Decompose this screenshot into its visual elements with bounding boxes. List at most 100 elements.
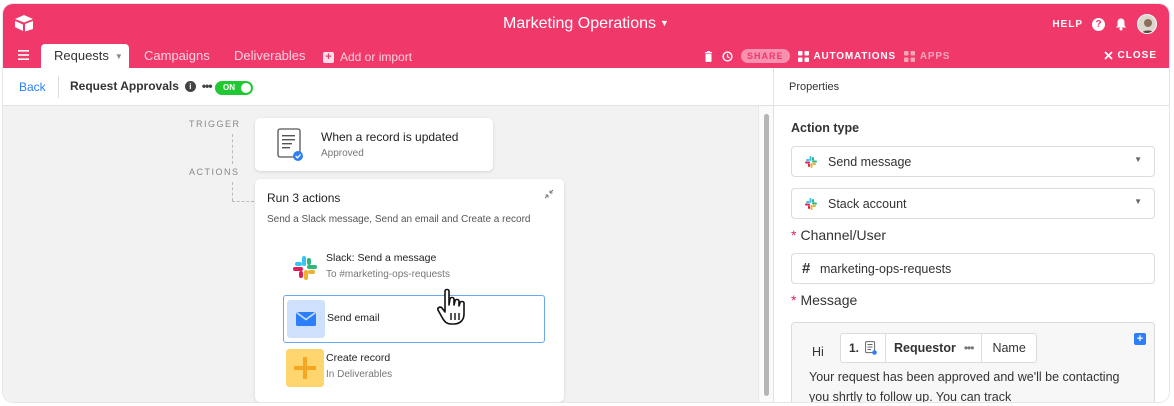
action-type-select[interactable]: Send message ▼ <box>791 146 1155 177</box>
automations-button[interactable]: AUTOMATIONS <box>797 50 896 62</box>
automation-canvas: TRIGGER ACTIONS When a record is updated… <box>3 106 773 402</box>
required-marker: * <box>791 292 797 308</box>
account-select[interactable]: Stack account ▼ <box>791 188 1155 219</box>
base-name[interactable]: Marketing Operations <box>503 15 656 32</box>
trigger-title: When a record is updated <box>321 130 459 144</box>
automation-toggle[interactable]: ON <box>215 81 253 95</box>
apps-label: APPS <box>919 50 951 62</box>
action-item-create-record[interactable]: Create record In Deliverables <box>283 345 545 393</box>
token-subfield: Name <box>992 341 1026 355</box>
tab-label: Requests <box>54 48 109 63</box>
action-type-label: Action type <box>791 121 860 135</box>
avatar[interactable] <box>1137 14 1157 34</box>
table-tab-row: Requests ▼ Campaigns Deliverables + Add o… <box>3 44 1169 68</box>
channel-label: * Channel/User <box>791 227 886 243</box>
message-greeting: Hi <box>812 345 824 359</box>
toggle-label: ON <box>223 83 235 92</box>
slack-icon <box>805 198 817 210</box>
connector-line <box>232 134 233 164</box>
automations-label: AUTOMATIONS <box>813 50 896 62</box>
actions-group-card[interactable]: Run 3 actions Send a Slack message, Send… <box>255 179 564 402</box>
plus-icon: + <box>323 51 334 63</box>
message-label-text: Message <box>800 292 858 308</box>
more-options-icon[interactable]: ••• <box>202 79 213 93</box>
trigger-card[interactable]: When a record is updated Approved <box>255 118 493 171</box>
properties-title: Properties <box>789 81 840 93</box>
action-title: Slack: Send a message <box>326 252 437 264</box>
canvas-scrollbar[interactable] <box>758 106 773 402</box>
top-right-controls: HELP ? <box>1052 14 1157 34</box>
close-button[interactable]: CLOSE <box>1103 50 1157 61</box>
channel-input[interactable]: # marketing-ops-requests <box>791 253 1155 284</box>
automation-subheader: Back Request Approvals i ••• ON <box>3 68 773 106</box>
chevron-down-icon: ▼ <box>114 52 123 61</box>
record-updated-icon <box>277 128 303 161</box>
automation-name[interactable]: Request Approvals <box>70 79 179 93</box>
message-body: Your request has been approved and we'll… <box>809 370 1120 402</box>
properties-header: Properties <box>774 68 1169 106</box>
tab-deliverables[interactable]: Deliverables <box>234 44 306 68</box>
actions-group-title: Run 3 actions <box>267 191 341 205</box>
bell-icon[interactable] <box>1114 17 1128 31</box>
chevron-down-icon: ▼ <box>1134 155 1142 164</box>
action-title: Send email <box>327 312 380 324</box>
trigger-subtitle: Approved <box>321 148 364 159</box>
chevron-down-icon: ▼ <box>660 18 669 28</box>
add-field-icon[interactable]: + <box>1134 333 1146 345</box>
collapse-icon[interactable] <box>544 189 554 199</box>
account-value: Stack account <box>828 197 907 211</box>
channel-value: marketing-ops-requests <box>820 262 952 276</box>
token-field-name: Requestor <box>894 341 956 355</box>
plus-icon <box>286 349 324 387</box>
help-icon[interactable]: ? <box>1092 17 1105 31</box>
record-icon <box>865 341 877 355</box>
base-title[interactable]: Marketing Operations ▼ <box>3 15 1169 33</box>
action-subtitle: In Deliverables <box>326 369 393 380</box>
close-label: CLOSE <box>1117 50 1157 61</box>
trigger-label: TRIGGER <box>189 119 241 129</box>
action-item-slack[interactable]: Slack: Send a message To #marketing-ops-… <box>283 245 545 293</box>
share-button[interactable]: SHARE <box>741 49 790 63</box>
close-icon <box>1103 51 1113 60</box>
tab-requests[interactable]: Requests ▼ <box>41 44 129 68</box>
tab-campaigns[interactable]: Campaigns <box>144 44 210 68</box>
apps-button[interactable]: APPS <box>903 50 951 62</box>
channel-label-text: Channel/User <box>800 227 887 243</box>
scrollbar-thumb[interactable] <box>764 114 769 396</box>
slack-icon <box>805 156 817 168</box>
field-token[interactable]: 1. Requestor ••• Name <box>840 333 1037 363</box>
app-window: Marketing Operations ▼ HELP ? Requests ▼… <box>3 4 1169 402</box>
email-icon <box>287 300 325 338</box>
info-icon[interactable]: i <box>184 80 196 92</box>
token-step: 1. <box>841 334 887 362</box>
trash-icon[interactable] <box>703 50 714 62</box>
toggle-knob <box>241 83 251 93</box>
hand-cursor-icon <box>437 288 465 325</box>
automation-title: Request Approvals i ••• <box>70 79 212 93</box>
message-editor[interactable]: Hi 1. Requestor ••• Name + Your request … <box>791 322 1155 402</box>
action-title: Create record <box>326 352 391 364</box>
hash-icon: # <box>802 260 811 277</box>
add-or-import-button[interactable]: + Add or import <box>323 50 412 64</box>
avatar-image <box>1138 15 1156 33</box>
action-subtitle: To #marketing-ops-requests <box>326 269 450 280</box>
action-item-send-email[interactable]: Send email <box>283 295 545 343</box>
menu-icon[interactable] <box>18 50 29 60</box>
required-marker: * <box>791 227 797 243</box>
apps-icon <box>903 50 915 62</box>
more-options-icon[interactable]: ••• <box>964 341 975 355</box>
chevron-down-icon: ▼ <box>1134 197 1142 206</box>
action-type-value: Send message <box>828 155 912 169</box>
actions-group-description: Send a Slack message, Send an email and … <box>267 214 531 225</box>
properties-panel: Properties Action type Send message ▼ St… <box>773 68 1169 402</box>
top-bar: Marketing Operations ▼ HELP ? Requests ▼… <box>3 4 1169 68</box>
divider <box>58 76 59 98</box>
history-icon[interactable] <box>722 50 733 62</box>
actions-label: ACTIONS <box>189 167 240 177</box>
token-field: Requestor ••• <box>886 334 983 362</box>
connector-line <box>232 201 254 202</box>
help-label[interactable]: HELP <box>1052 19 1083 30</box>
token-step-number: 1. <box>849 341 860 355</box>
back-link[interactable]: Back <box>19 80 46 94</box>
add-or-import-label: Add or import <box>340 50 413 64</box>
